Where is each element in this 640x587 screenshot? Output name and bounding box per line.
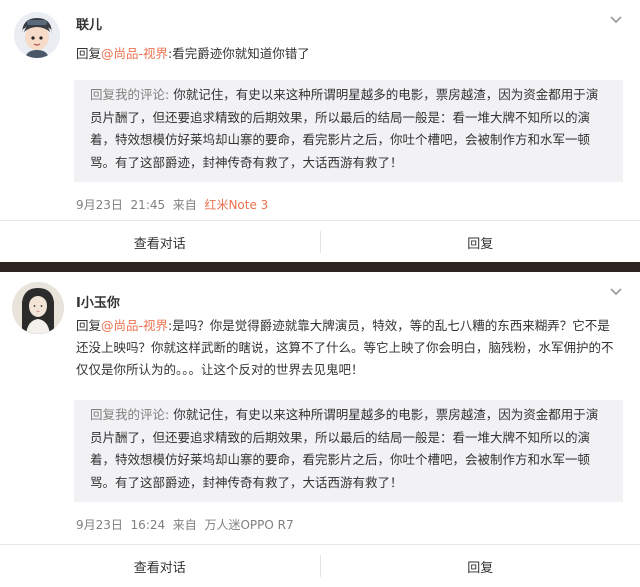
cartoon-avatar-icon — [14, 12, 60, 58]
comment-text: 回复@尚品-视界:看完爵迹你就知道你错了 — [76, 43, 621, 65]
meta-info: 9月23日 21:45 来自 红米Note 3 — [76, 196, 268, 213]
post-date: 9月23日 — [76, 198, 123, 212]
reply-prefix: 回复 — [76, 318, 102, 333]
quoted-comment: 回复我的评论: 你就记住，有史以来这种所谓明星越多的电影，票房越渣，因为资金都用… — [74, 80, 623, 182]
reply-button[interactable]: 回复 — [321, 545, 640, 587]
comment-actions: 查看对话 回复 — [0, 544, 640, 587]
source-link[interactable]: 万人迷OPPO R7 — [204, 518, 293, 532]
comment-actions: 查看对话 回复 — [0, 220, 640, 263]
username[interactable]: 联儿 — [76, 14, 102, 33]
post-date: 9月23日 — [76, 518, 123, 532]
reply-text: :看完爵迹你就知道你错了 — [168, 46, 310, 61]
quote-label: 回复我的评论: — [90, 87, 170, 102]
comment-text: 回复@尚品-视界:是吗？你是觉得爵迹就靠大牌演员，特效，等的乱七八糟的东西来糊弄… — [76, 315, 621, 381]
comment-card: 联儿 回复@尚品-视界:看完爵迹你就知道你错了 回复我的评论: 你就记住，有史以… — [0, 0, 640, 262]
mention-link[interactable]: @尚品-视界 — [101, 318, 168, 333]
from-label: 来自 — [172, 198, 197, 212]
view-dialog-button[interactable]: 查看对话 — [0, 221, 320, 263]
reply-prefix: 回复 — [76, 46, 102, 61]
chevron-down-icon[interactable] — [608, 284, 624, 300]
post-time: 16:24 — [130, 518, 166, 532]
view-dialog-button[interactable]: 查看对话 — [0, 545, 320, 587]
from-label: 来自 — [172, 518, 197, 532]
mention-link[interactable]: @尚品-视界 — [101, 46, 168, 61]
source-link[interactable]: 红米Note 3 — [204, 198, 268, 212]
avatar[interactable] — [14, 12, 60, 58]
avatar[interactable] — [12, 282, 64, 334]
reply-button[interactable]: 回复 — [321, 221, 640, 263]
username[interactable]: I小玉你 — [76, 292, 120, 311]
quote-label: 回复我的评论: — [90, 407, 170, 422]
meta-info: 9月23日 16:24 来自 万人迷OPPO R7 — [76, 516, 294, 533]
post-time: 21:45 — [130, 198, 166, 212]
portrait-avatar-icon — [12, 282, 64, 334]
quoted-comment: 回复我的评论: 你就记住，有史以来这种所谓明星越多的电影，票房越渣，因为资金都用… — [74, 400, 623, 502]
chevron-down-icon[interactable] — [608, 12, 624, 28]
comment-card: I小玉你 回复@尚品-视界:是吗？你是觉得爵迹就靠大牌演员，特效，等的乱七八糟的… — [0, 272, 640, 587]
